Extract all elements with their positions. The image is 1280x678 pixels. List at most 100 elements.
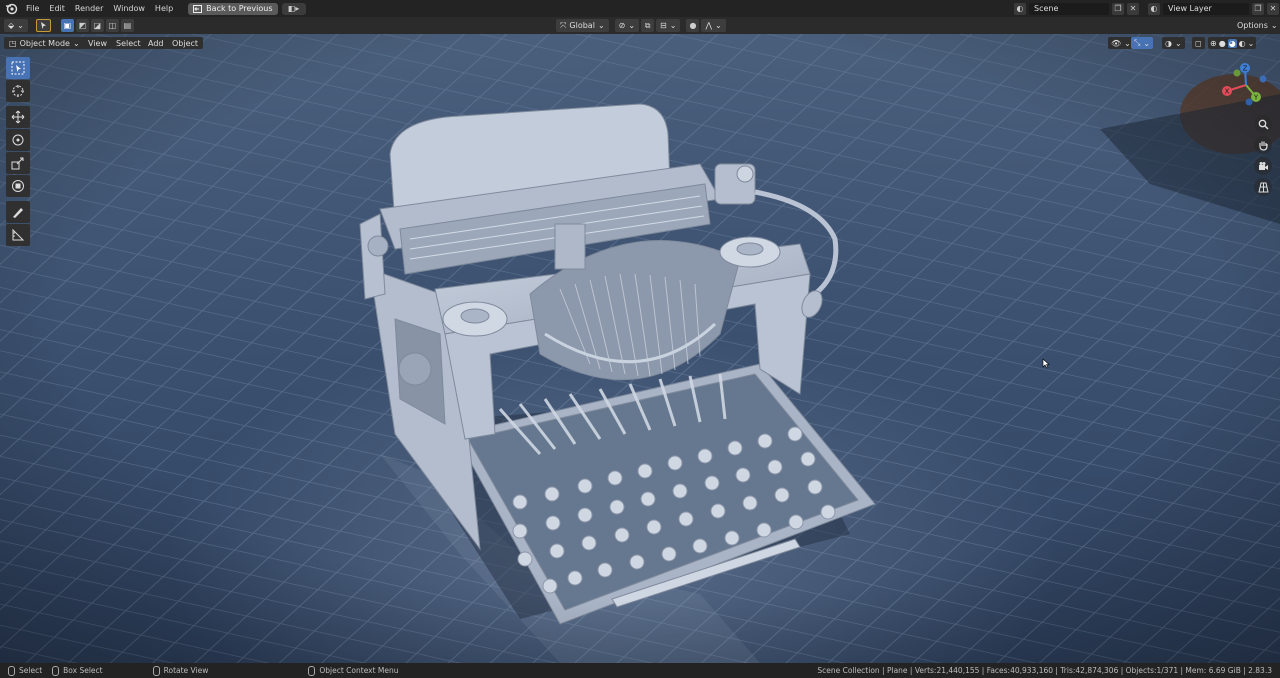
select-mode-extend-icon[interactable]: ◩ (75, 19, 89, 32)
viewport-scene-render (0, 34, 1280, 663)
proportional-edit-icon[interactable]: ● (686, 19, 700, 32)
perspective-toggle-button[interactable] (1254, 178, 1272, 196)
chevron-down-icon: ⌄ (17, 21, 24, 30)
status-bar: Select Box Select Rotate View Object Con… (0, 663, 1280, 678)
3d-viewport[interactable] (0, 34, 1280, 663)
menu-render[interactable]: Render (70, 0, 108, 17)
scene-delete-icon[interactable]: ✕ (1127, 2, 1139, 15)
active-tool-icon[interactable] (35, 19, 51, 32)
view-layer-browse-icon[interactable]: ◐ (1148, 2, 1160, 15)
material-shading-icon[interactable]: ◕ (1227, 38, 1237, 48)
select-mode-intersect-icon[interactable]: ▤ (120, 19, 134, 32)
status-hint-box-select: Box Select (52, 665, 103, 676)
tool-settings-header: ⬙ ⌄ ▣ ◩ ◪ ◫ ▤ ⤧ Global ⌄ ⊘ ⌄ ⧉ ⊟ ⌄ ● ⋀ ⌄ Opt… (0, 17, 1280, 34)
menu-window[interactable]: Window (108, 0, 150, 17)
measure-ruler-icon (12, 228, 25, 241)
gizmo-neg-y-icon (1233, 69, 1241, 77)
status-hint-context-menu: Object Context Menu (308, 665, 399, 676)
menu-view-label: View (88, 38, 107, 48)
status-hint-context-menu-label: Object Context Menu (319, 666, 399, 675)
rendered-shading-icon[interactable]: ◐ (1239, 39, 1246, 48)
snap-increment-icon: ⊟ (660, 21, 667, 30)
view-layer-selector: ◐ View Layer ❐ ✕ (1148, 2, 1279, 15)
grid-perspective-icon (1257, 182, 1269, 192)
xray-icon: ◻ (1195, 38, 1202, 48)
blender-logo-icon[interactable] (4, 2, 18, 16)
status-hint-select-label: Select (19, 666, 43, 675)
view-layer-name-field[interactable]: View Layer (1163, 2, 1249, 15)
proportional-falloff-dropdown[interactable]: ⋀ ⌄ (701, 19, 726, 32)
solid-shading-icon[interactable]: ● (1219, 39, 1226, 48)
menu-edit[interactable]: Edit (44, 0, 70, 17)
scale-icon (11, 157, 24, 170)
rotate-icon (12, 134, 24, 146)
view-layer-delete-icon[interactable]: ✕ (1267, 2, 1279, 15)
status-hint-select: Select (8, 665, 43, 676)
chevron-down-icon: ⌄ (715, 21, 722, 30)
menu-add-label: Add (148, 38, 164, 48)
scene-new-icon[interactable]: ❐ (1112, 2, 1124, 15)
editor-type-dropdown[interactable]: ⬙ ⌄ (4, 19, 28, 32)
camera-icon (1258, 161, 1268, 170)
navigation-tools (1254, 115, 1272, 199)
scene-name-field[interactable]: Scene (1029, 2, 1109, 15)
zoom-button[interactable] (1254, 115, 1272, 133)
pan-button[interactable] (1254, 136, 1272, 154)
select-mode-subtract-icon[interactable]: ◪ (90, 19, 104, 32)
chevron-down-icon[interactable]: ⌄ (1248, 39, 1255, 48)
back-to-previous-button[interactable]: Back to Previous (188, 2, 278, 15)
menu-view[interactable]: View (83, 37, 112, 49)
xray-toggle[interactable]: ◻ (1192, 37, 1205, 49)
gizmo-icon: ⤡ (1134, 38, 1141, 47)
snap-target-dropdown[interactable]: ⊟ ⌄ (656, 19, 681, 32)
scene-statistics: Scene Collection | Plane | Verts:21,440,… (817, 666, 1272, 675)
back-to-previous-label: Back to Previous (206, 4, 273, 13)
menu-select[interactable]: Select (111, 37, 146, 49)
cursor-tool[interactable] (6, 80, 30, 102)
menu-object[interactable]: Object (167, 37, 204, 49)
camera-view-button[interactable] (1254, 157, 1272, 175)
workspace-toggle-button[interactable]: ◧▸ (281, 2, 306, 15)
measure-tool[interactable] (6, 224, 30, 246)
select-mode-invert-icon[interactable]: ◫ (105, 19, 119, 32)
transform-orientation-dropdown[interactable]: ⤧ Global ⌄ (556, 19, 609, 32)
snap-toggle-icon[interactable]: ⧉ (641, 19, 655, 32)
menu-help[interactable]: Help (150, 0, 178, 17)
scale-tool[interactable] (6, 152, 30, 174)
menu-add[interactable]: Add (143, 37, 169, 49)
top-menubar: File Edit Render Window Help Back to Pre… (0, 0, 1280, 17)
eye-icon: 👁 (1111, 38, 1122, 48)
gizmo-neg-x-icon (1259, 75, 1267, 83)
transform-tool[interactable] (6, 175, 30, 197)
overlay-toggle[interactable]: ◑ ⌄ (1162, 37, 1185, 49)
move-tool[interactable] (6, 106, 30, 128)
gizmo-toggle[interactable]: ⤡ ⌄ (1131, 37, 1154, 49)
mouse-cursor-icon (1042, 358, 1050, 369)
overlay-icon: ◑ (1165, 38, 1172, 48)
scene-browse-icon[interactable]: ◐ (1014, 2, 1026, 15)
select-box-tool[interactable] (6, 57, 30, 79)
options-dropdown[interactable]: Options ⌄ (1233, 19, 1280, 32)
annotate-tool[interactable] (6, 201, 30, 223)
view3d-editor-icon: ⬙ (8, 21, 15, 30)
mode-dropdown[interactable]: ◳ Object Mode ⌄ (4, 37, 85, 49)
navigation-gizmo[interactable]: X Y Z (1216, 60, 1276, 110)
rotate-tool[interactable] (6, 129, 30, 151)
menu-object-label: Object (172, 38, 199, 48)
select-mode-new-icon[interactable]: ▣ (60, 19, 74, 32)
chevron-down-icon: ⌄ (1174, 38, 1182, 48)
annotate-pencil-icon (13, 208, 23, 218)
chevron-down-icon: ⌄ (628, 21, 636, 30)
menu-file[interactable]: File (21, 0, 44, 17)
visibility-dropdown[interactable]: 👁 ⌄ (1108, 37, 1134, 49)
mouse-right-icon (308, 665, 316, 676)
gizmo-z-label: Z (1243, 65, 1248, 73)
view-layer-new-icon[interactable]: ❐ (1252, 2, 1264, 15)
pivot-point-dropdown[interactable]: ⊘ ⌄ (614, 19, 640, 32)
pivot-icon: ⊘ (618, 21, 626, 30)
gizmo-x-label: X (1225, 88, 1230, 96)
wireframe-shading-icon[interactable]: ⊕ (1210, 39, 1217, 48)
chevron-down-icon: ⌄ (1143, 38, 1151, 48)
pan-hand-icon (1258, 141, 1268, 151)
status-hint-box-select-label: Box Select (63, 666, 103, 675)
